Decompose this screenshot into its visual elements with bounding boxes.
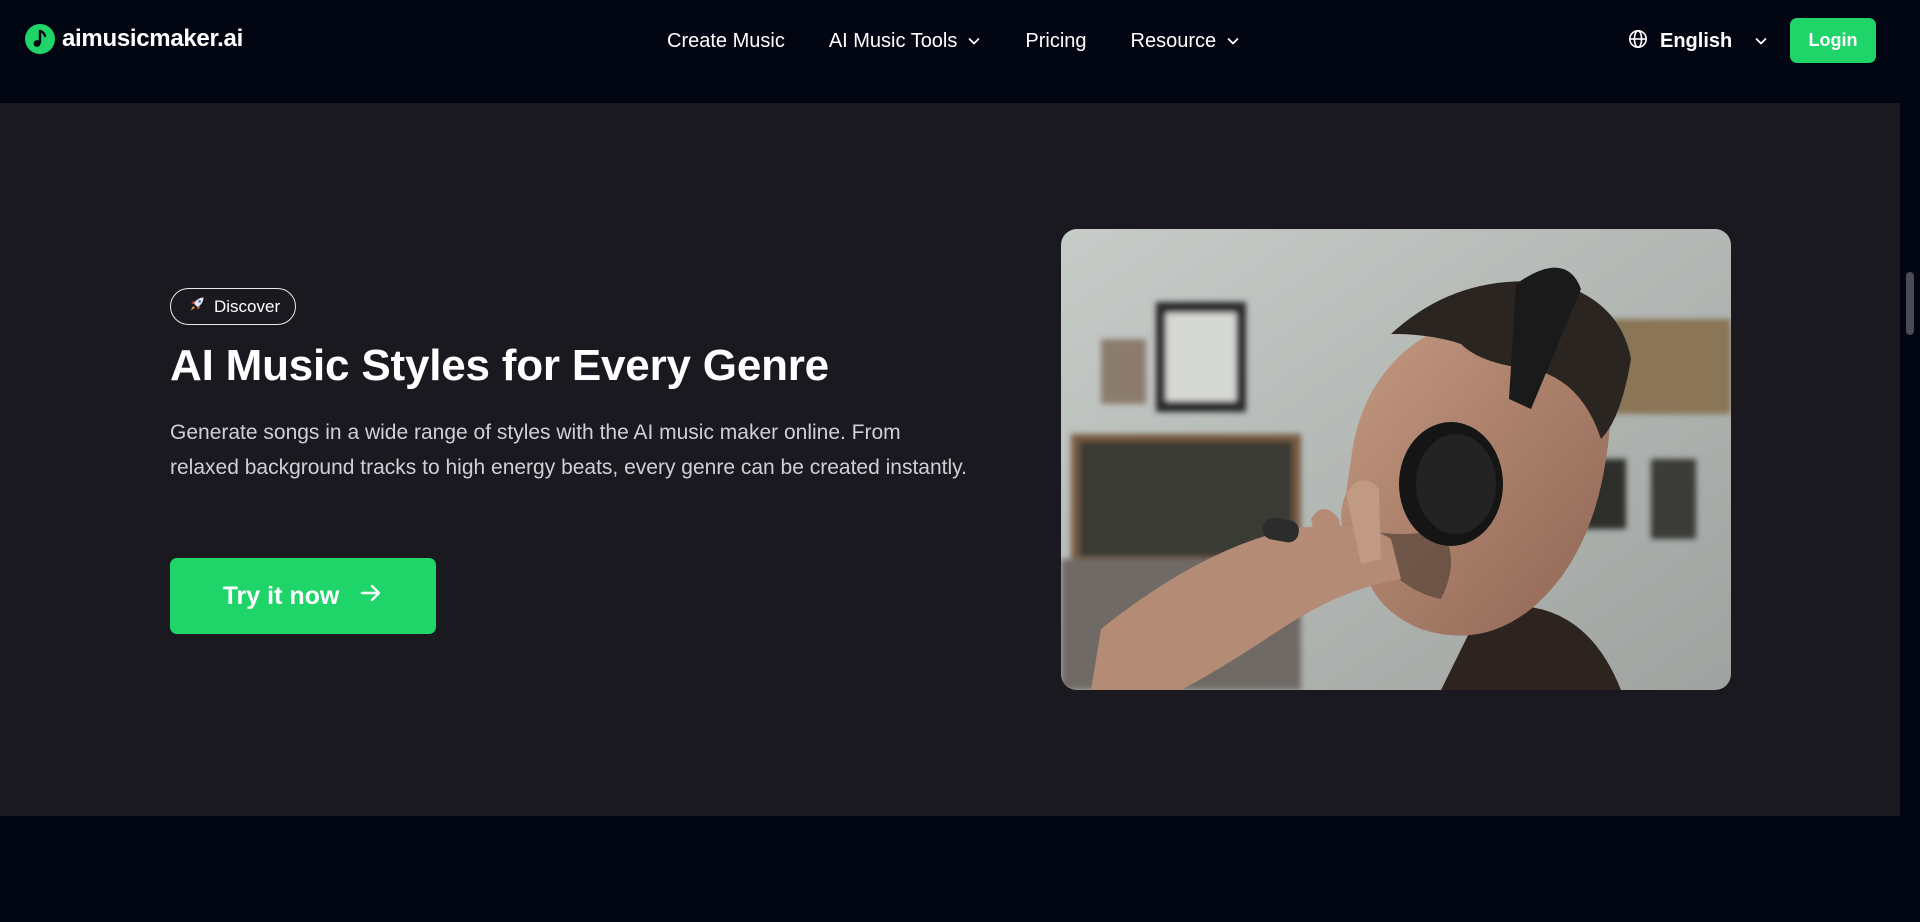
main-nav: Create Music AI Music Tools Pricing Reso… — [667, 0, 1240, 82]
nav-create-music[interactable]: Create Music — [667, 30, 785, 53]
page-scrollbar[interactable] — [1900, 0, 1920, 922]
chevron-down-icon — [967, 34, 981, 48]
hero-section: Discover AI Music Styles for Every Genre… — [0, 103, 1900, 816]
cta-label: Try it now — [222, 581, 340, 610]
rocket-icon — [188, 295, 206, 318]
try-it-now-button[interactable]: Try it now — [170, 558, 436, 634]
nav-label: AI Music Tools — [828, 29, 958, 52]
chevron-down-icon — [1754, 34, 1768, 48]
language-label: English — [1660, 29, 1733, 52]
nav-label: Pricing — [1025, 29, 1087, 52]
logo-text: aimusicmaker.ai — [62, 25, 243, 52]
hero-title: AI Music Styles for Every Genre — [170, 341, 829, 390]
hero-image — [1061, 229, 1731, 690]
nav-resource[interactable]: Resource — [1131, 30, 1241, 53]
scrollbar-thumb[interactable] — [1906, 272, 1914, 335]
hero-description: Generate songs in a wide range of styles… — [170, 421, 967, 479]
arrow-right-icon — [359, 581, 383, 612]
logo[interactable]: aimusicmaker.ai — [25, 24, 243, 54]
globe-icon — [1628, 29, 1648, 54]
badge-label: Discover — [214, 296, 281, 316]
music-note-icon — [25, 24, 55, 54]
nav-pricing[interactable]: Pricing — [1025, 30, 1086, 53]
language-selector[interactable]: English — [1628, 0, 1768, 82]
login-button[interactable]: Login — [1790, 18, 1876, 63]
discover-badge: Discover — [170, 288, 297, 325]
nav-label: Resource — [1130, 29, 1217, 52]
chevron-down-icon — [1226, 34, 1240, 48]
nav-label: Create Music — [667, 29, 785, 52]
nav-ai-music-tools[interactable]: AI Music Tools — [829, 30, 982, 53]
site-header: aimusicmaker.ai Create Music AI Music To… — [0, 0, 1900, 103]
